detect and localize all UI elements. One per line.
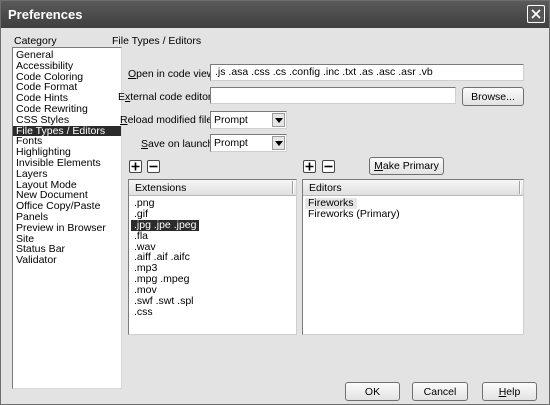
extension-label: .css [134,305,153,318]
remove-editor-button[interactable] [322,160,335,173]
help-button-label: Help [498,385,521,398]
extensions-panel: Extensions .png .gif .jpg .jpe .jpeg .fla .w… [128,179,297,335]
help-button[interactable]: Help [482,382,537,401]
header-divider [519,181,521,194]
ok-button-label: OK [364,385,381,398]
close-icon [531,9,541,19]
list-item[interactable]: .mp3 [131,262,294,274]
category-item[interactable]: Preview in Browser [13,222,121,234]
list-item[interactable]: Fireworks [305,197,521,209]
category-item[interactable]: Validator [13,255,121,266]
preferences-dialog: Preferences Category General Accessibilit… [0,0,550,405]
reload-modified-files-label: Reload modified files: [120,114,221,126]
list-item[interactable]: Fireworks (Primary) [305,208,521,219]
extensions-header-label: Extensions [135,182,187,194]
make-primary-label: Make Primary [374,160,439,172]
list-item[interactable]: .css [131,306,294,317]
category-list[interactable]: General Accessibility Code Coloring Code Fo… [12,47,122,389]
open-in-code-view-label: Open in code view: [128,68,218,80]
reload-select-value: Prompt [214,114,248,126]
list-item[interactable]: .jpg .jpe .jpeg [131,219,294,231]
make-primary-button[interactable]: Make Primary [369,157,444,175]
plus-icon [305,162,314,171]
extensions-list[interactable]: .png .gif .jpg .jpe .jpeg .fla .wav .aiff .ai… [131,197,294,317]
add-editor-button[interactable] [303,160,316,173]
ok-button[interactable]: OK [345,382,400,401]
editors-header-label: Editors [309,182,342,194]
list-item[interactable]: .gif [131,208,294,219]
cancel-button[interactable]: Cancel [412,382,468,401]
close-button[interactable] [527,5,545,23]
section-title: File Types / Editors [112,35,202,47]
category-item[interactable]: CSS Styles [13,114,121,126]
header-divider [292,181,294,194]
list-item[interactable]: .png [131,197,294,209]
list-item[interactable]: .mpg .mpeg [131,273,294,285]
external-editor-field[interactable] [210,87,456,104]
save-select-value: Prompt [214,137,248,149]
plus-icon [131,162,140,171]
list-item[interactable]: .mov [131,284,294,296]
save-on-launch-select[interactable]: Prompt [210,134,287,152]
editors-panel: Editors Fireworks Fireworks (Primary) [302,179,524,335]
external-editor-label: External code editor: [118,91,215,103]
title-bar: Preferences [1,1,549,28]
browse-button[interactable]: Browse... [462,87,524,106]
extension-label: .fla [134,229,149,242]
remove-extension-button[interactable] [147,160,160,173]
editors-header[interactable]: Editors [303,180,523,196]
browse-button-label: Browse... [471,90,515,103]
open-in-code-view-field[interactable]: .js .asa .css .cs .config .inc .txt .as … [210,64,524,81]
save-on-launch-label: Save on launch: [141,138,217,150]
category-item[interactable]: Layers [13,168,121,180]
minus-icon [149,165,158,168]
chevron-down-icon [272,113,285,127]
minus-icon [324,165,333,168]
reload-modified-files-select[interactable]: Prompt [210,111,287,129]
category-item[interactable]: Accessibility [13,60,121,72]
add-extension-button[interactable] [129,160,142,173]
window-title: Preferences [8,7,83,22]
category-label: Category [14,35,57,47]
chevron-down-icon [272,136,285,150]
list-item[interactable]: .fla [131,230,294,241]
list-item[interactable]: .aiff .aif .aifc [131,251,294,263]
list-item[interactable]: .wav [131,241,294,252]
editors-list[interactable]: Fireworks Fireworks (Primary) [305,197,521,219]
list-item[interactable]: .swf .swt .spl [131,295,294,307]
cancel-button-label: Cancel [423,385,457,398]
editor-label: Fireworks (Primary) [308,207,400,220]
extensions-header[interactable]: Extensions [129,180,296,196]
